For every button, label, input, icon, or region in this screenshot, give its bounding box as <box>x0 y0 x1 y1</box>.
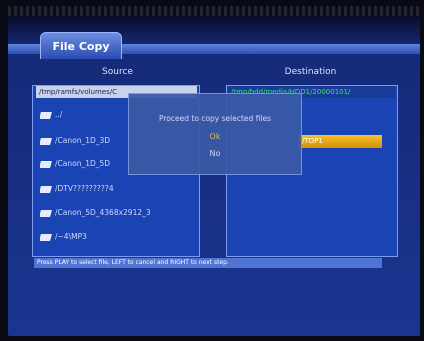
tab-file-copy[interactable]: File Copy <box>40 32 122 59</box>
source-item-mp3[interactable]: /~4\MP3 <box>40 230 190 244</box>
folder-icon <box>40 111 52 119</box>
status-bar: Press PLAY to select file, LEFT to cance… <box>34 258 382 268</box>
folder-icon <box>40 160 52 168</box>
destination-selected-item[interactable]: /TOP1 <box>298 135 382 148</box>
folder-icon <box>40 137 52 145</box>
folder-icon <box>40 233 52 241</box>
folder-icon <box>40 209 52 217</box>
destination-heading: Destination <box>284 67 337 77</box>
ok-option[interactable]: Ok <box>129 132 301 141</box>
tab-label: File Copy <box>52 39 110 53</box>
no-option[interactable]: No <box>129 149 301 158</box>
top-decoration <box>8 6 420 16</box>
dialog-message: Proceed to copy selected files <box>159 114 271 123</box>
confirm-dialog: Proceed to copy selected files Ok No <box>128 93 302 175</box>
source-heading: Source <box>102 67 133 77</box>
source-item-dtv[interactable]: /DTV?????????4 <box>40 182 190 196</box>
folder-icon <box>40 185 52 193</box>
source-item-canon-5d[interactable]: /Canon_5D_4368x2912_3 <box>40 206 190 220</box>
